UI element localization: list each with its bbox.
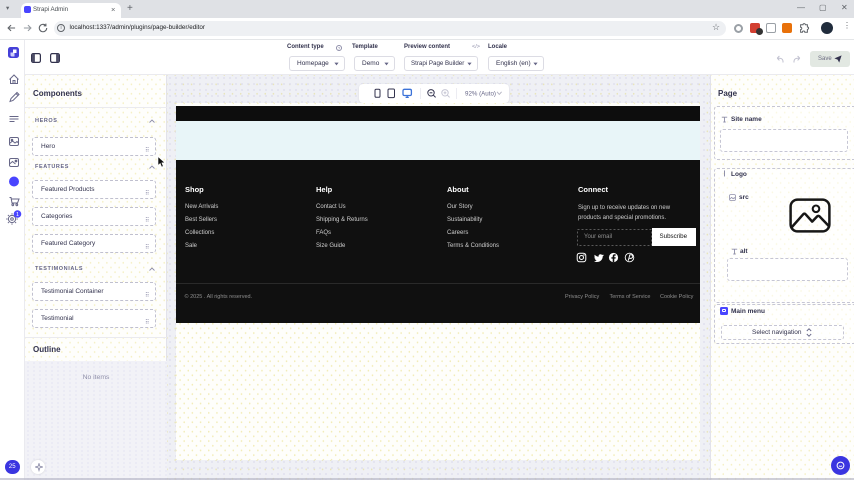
svg-text:1: 1 (16, 212, 19, 218)
svg-text:92% (Auto): 92% (Auto) (465, 90, 496, 97)
